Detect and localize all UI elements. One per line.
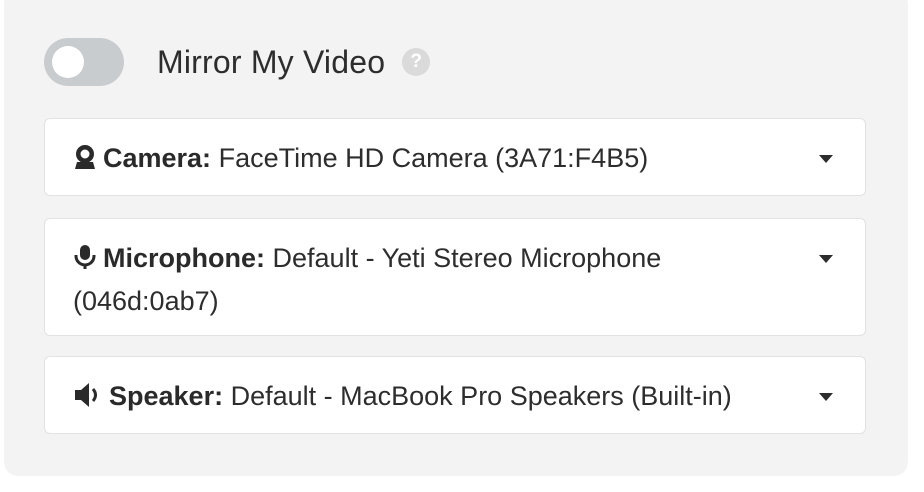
camera-select[interactable]: Camera: FaceTime HD Camera (3A71:F4B5): [44, 118, 866, 196]
camera-label: Camera:: [103, 143, 212, 173]
camera-value: FaceTime HD Camera (3A71:F4B5): [218, 143, 649, 173]
microphone-select[interactable]: Microphone: Default - Yeti Stereo Microp…: [44, 218, 866, 336]
mirror-video-toggle[interactable]: [44, 38, 124, 86]
speaker-select[interactable]: Speaker: Default - MacBook Pro Speakers …: [44, 356, 866, 434]
microphone-select-text: Microphone: Default - Yeti Stereo Microp…: [73, 238, 795, 321]
help-icon[interactable]: ?: [402, 48, 431, 76]
speaker-icon: [73, 379, 103, 419]
camera-select-text: Camera: FaceTime HD Camera (3A71:F4B5): [73, 138, 795, 181]
speaker-select-text: Speaker: Default - MacBook Pro Speakers …: [73, 376, 795, 419]
chevron-down-icon: [819, 155, 833, 163]
speaker-label: Speaker:: [109, 381, 224, 411]
microphone-icon: [73, 241, 97, 281]
toggle-knob: [52, 46, 84, 78]
microphone-label: Microphone:: [103, 243, 265, 273]
mirror-video-label: Mirror My Video: [157, 43, 386, 80]
speaker-value: Default - MacBook Pro Speakers (Built-in…: [230, 381, 732, 411]
webcam-icon: [73, 141, 97, 181]
mirror-video-row: Mirror My Video ?: [44, 38, 431, 86]
chevron-down-icon: [819, 255, 833, 263]
chevron-down-icon: [819, 393, 833, 401]
